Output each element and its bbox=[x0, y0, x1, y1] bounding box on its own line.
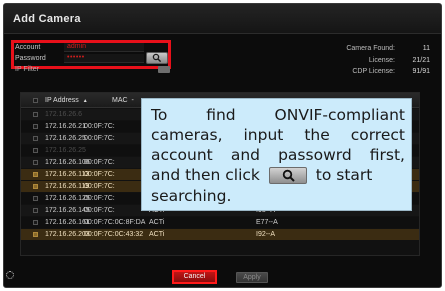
mac-cell: 00:0F:7C: bbox=[84, 171, 115, 178]
table-row[interactable]: 172.16.26.203 00:0F:7C:0C:43:32 ACTi I92--A bbox=[21, 229, 419, 240]
callout-search-button bbox=[268, 167, 307, 184]
row-checkbox[interactable] bbox=[33, 208, 38, 213]
row-checkbox[interactable] bbox=[33, 148, 38, 153]
cdp-license-value: 91/91 bbox=[412, 68, 430, 75]
callout-line-1: To find ONVIF-compliant bbox=[151, 106, 405, 124]
cdp-license-label: CDP License: bbox=[352, 68, 395, 75]
table-row[interactable]: 172.16.26.161 00:0F:7C:0C:8F:DA ACTi E77--A bbox=[21, 217, 419, 228]
mac-cell: 00:0F:7C: bbox=[84, 159, 115, 166]
ip-address-header[interactable]: IP Address ▲ bbox=[45, 97, 88, 104]
callout-line-2: cameras, input the correct bbox=[151, 126, 405, 144]
ip-cell: 172.16.26.113 bbox=[45, 171, 90, 178]
row-checkbox[interactable] bbox=[33, 136, 38, 141]
model-cell: E77--A bbox=[256, 219, 278, 226]
row-checkbox[interactable] bbox=[33, 160, 38, 165]
callout-word: passowrd bbox=[278, 146, 352, 164]
callout-word: find bbox=[206, 106, 236, 124]
callout-text: searching. bbox=[151, 187, 232, 205]
ip-cell: 172.16.26.6 bbox=[45, 111, 82, 118]
row-checkbox[interactable] bbox=[33, 172, 38, 177]
instruction-callout: To find ONVIF-compliant cameras, input t… bbox=[141, 98, 412, 211]
callout-line-5: searching. bbox=[151, 187, 231, 205]
mac-cell: 00:0F:7C: bbox=[84, 135, 115, 142]
ip-filter-label: IP Filter bbox=[15, 66, 39, 73]
ip-filter-button[interactable] bbox=[158, 66, 170, 73]
mac-sort-icon: - bbox=[131, 97, 134, 104]
callout-text: and then click bbox=[151, 166, 260, 184]
callout-word: ONVIF-compliant bbox=[274, 106, 405, 124]
sort-asc-icon: ▲ bbox=[82, 98, 88, 104]
callout-text: to start bbox=[315, 166, 373, 184]
callout-line-3: account and passowrd first, bbox=[151, 146, 405, 164]
ip-address-header-label: IP Address bbox=[45, 97, 79, 104]
select-all-checkbox[interactable] bbox=[33, 98, 38, 103]
callout-word: input bbox=[243, 126, 284, 144]
row-checkbox[interactable] bbox=[33, 184, 38, 189]
ip-cell: 172.16.26.119 bbox=[45, 183, 90, 190]
vendor-cell: ACTi bbox=[149, 219, 165, 226]
callout-word: correct bbox=[350, 126, 405, 144]
title-bar: Add Camera bbox=[4, 4, 441, 34]
vendor-cell: ACTi bbox=[149, 231, 165, 238]
model-cell: I92--A bbox=[256, 231, 276, 238]
camera-found-label: Camera Found: bbox=[346, 45, 395, 52]
mac-header[interactable]: MAC - bbox=[112, 97, 134, 104]
mac-cell: 00:0F:7C: bbox=[84, 183, 115, 190]
search-icon bbox=[282, 169, 295, 182]
callout-word: account bbox=[151, 146, 213, 164]
camera-found-value: 11 bbox=[422, 45, 430, 52]
mac-cell: 00:0F:7C:0C:8F:DA bbox=[84, 219, 146, 226]
callout-word: To bbox=[151, 106, 168, 124]
license-label: License: bbox=[368, 57, 395, 64]
row-checkbox[interactable] bbox=[33, 220, 38, 225]
mac-cell: 00:0F:7C: bbox=[84, 123, 115, 130]
mac-header-label: MAC bbox=[112, 97, 128, 104]
dialog-title: Add Camera bbox=[13, 13, 81, 25]
callout-word: first, bbox=[369, 146, 405, 164]
cancel-button[interactable]: Cancel bbox=[172, 270, 217, 284]
mac-cell: 00:0F:7C:0C:43:32 bbox=[84, 231, 144, 238]
row-checkbox[interactable] bbox=[33, 124, 38, 129]
mac-cell: 00:0F:7C: bbox=[84, 207, 115, 214]
ip-cell: 172.16.26.21 bbox=[45, 123, 86, 130]
ip-cell: 172.16.26.25 bbox=[45, 147, 86, 154]
row-checkbox[interactable] bbox=[33, 112, 38, 117]
loading-spinner-icon bbox=[6, 271, 14, 279]
apply-button[interactable]: Apply bbox=[236, 272, 268, 283]
callout-word: cameras, bbox=[151, 126, 223, 144]
callout-word: and bbox=[230, 146, 261, 164]
row-checkbox[interactable] bbox=[33, 232, 38, 237]
callout-line-4: and then click to start bbox=[151, 166, 372, 184]
callout-word: the bbox=[304, 126, 330, 144]
license-value: 21/21 bbox=[412, 57, 430, 64]
row-checkbox[interactable] bbox=[33, 196, 38, 201]
credentials-highlight bbox=[11, 40, 171, 69]
mac-cell: 00:0F:7C: bbox=[84, 195, 115, 202]
ip-cell: 172.16.26.25 bbox=[45, 135, 86, 142]
